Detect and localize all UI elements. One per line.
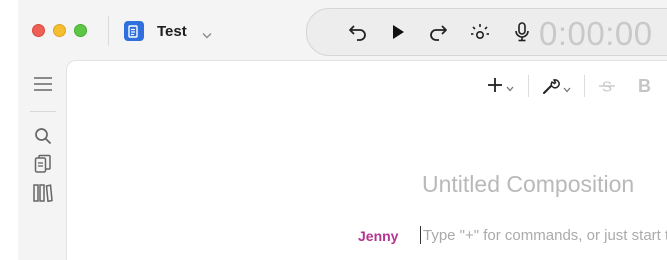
strikethrough-icon[interactable]: S: [598, 77, 616, 95]
window-controls: [32, 24, 87, 37]
titlebar-divider: [108, 16, 109, 46]
tools-button[interactable]: [542, 77, 571, 100]
play-icon[interactable]: [387, 21, 409, 43]
ai-sparkle-icon[interactable]: [469, 21, 491, 43]
documents-icon[interactable]: [32, 153, 54, 175]
chevron-down-icon[interactable]: [202, 26, 212, 44]
document-icon[interactable]: [124, 21, 144, 41]
svg-text:S: S: [602, 79, 612, 96]
microphone-icon[interactable]: [511, 21, 533, 43]
chevron-down-icon: [506, 79, 514, 97]
minimize-window-button[interactable]: [53, 24, 66, 37]
document-title[interactable]: Test: [157, 23, 187, 40]
insert-button[interactable]: [487, 77, 514, 98]
rail-divider: [30, 111, 56, 112]
toolbar-divider: [584, 75, 585, 97]
close-window-button[interactable]: [32, 24, 45, 37]
menu-icon[interactable]: [32, 73, 54, 95]
zoom-window-button[interactable]: [74, 24, 87, 37]
wrench-icon: [542, 77, 560, 100]
undo-icon[interactable]: [347, 21, 369, 43]
transport-bar: 0:00:00: [306, 8, 667, 56]
search-icon[interactable]: [32, 125, 54, 147]
library-icon[interactable]: [32, 182, 54, 204]
chevron-down-icon: [563, 80, 571, 98]
composition-title[interactable]: Untitled Composition: [422, 171, 634, 198]
app-window: Test 0:00:00 S B Untitled Composition Je…: [18, 0, 667, 260]
speaker-label[interactable]: Jenny: [358, 228, 398, 244]
timecode-display: 0:00:00: [539, 15, 653, 52]
script-input[interactable]: [423, 224, 667, 246]
bold-button[interactable]: B: [638, 76, 651, 97]
text-caret: [420, 226, 421, 244]
editor-canvas[interactable]: S B Untitled Composition Jenny: [66, 60, 667, 260]
toolbar-divider: [528, 75, 529, 97]
plus-icon: [487, 77, 503, 98]
redo-icon[interactable]: [427, 21, 449, 43]
